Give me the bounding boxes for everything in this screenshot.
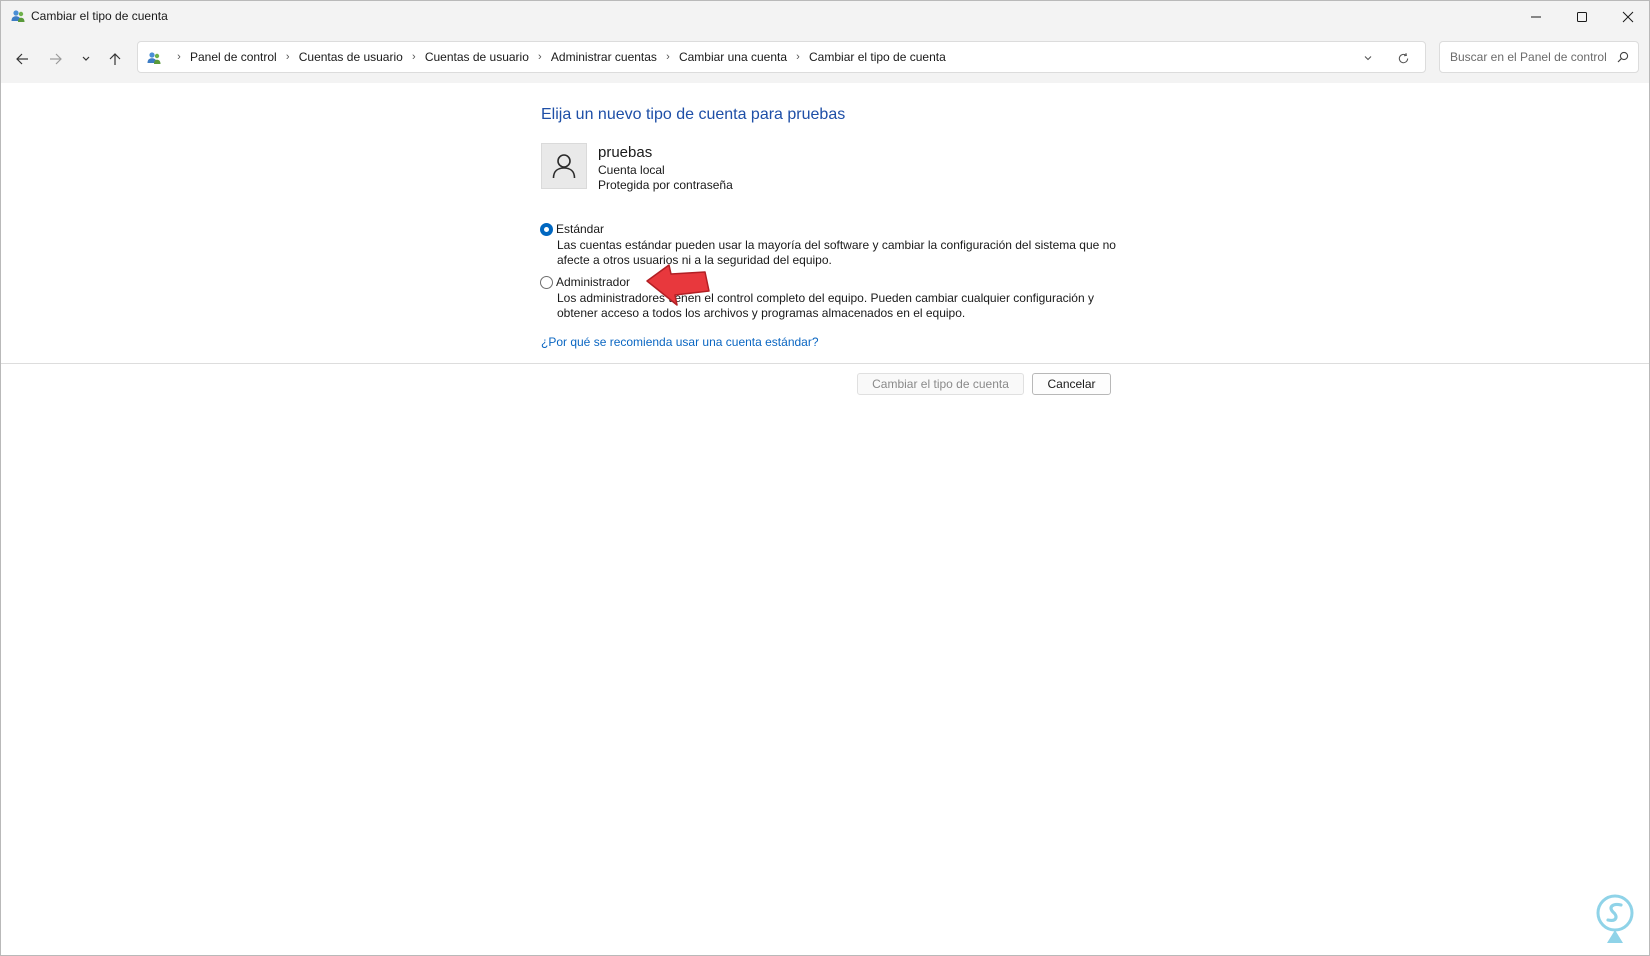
cancel-button[interactable]: Cancelar	[1032, 373, 1111, 395]
back-arrow-icon	[16, 53, 28, 65]
chevron-right-icon: ›	[666, 51, 670, 63]
chevron-down-icon	[1364, 56, 1372, 61]
breadcrumb-panel-de-control[interactable]: Panel de control	[190, 50, 277, 64]
standard-label[interactable]: Estándar	[556, 222, 604, 236]
title-bar: Cambiar el tipo de cuenta	[1, 1, 1649, 33]
user-protection-status: Protegida por contraseña	[598, 178, 733, 192]
page-title: Elija un nuevo tipo de cuenta para prueb…	[541, 106, 846, 123]
standard-description: Las cuentas estándar pueden usar la mayo…	[557, 238, 1116, 267]
breadcrumb-administrar-cuentas[interactable]: Administrar cuentas	[551, 50, 657, 64]
breadcrumb-cambiar-una-cuenta[interactable]: Cambiar una cuenta	[679, 50, 787, 64]
chevron-right-icon: ›	[796, 51, 800, 63]
breadcrumb-cuentas-de-usuario-2[interactable]: Cuentas de usuario	[425, 50, 529, 64]
up-button[interactable]	[102, 46, 128, 72]
avatar	[541, 143, 587, 189]
address-bar[interactable]: › Panel de control › Cuentas de usuario …	[137, 41, 1426, 73]
search-box	[1439, 41, 1639, 73]
control-panel-icon	[146, 50, 162, 66]
chevron-right-icon: ›	[177, 51, 181, 63]
chevron-right-icon: ›	[285, 51, 290, 63]
user-name: pruebas	[598, 144, 653, 161]
divider	[1, 363, 1649, 364]
chevron-down-icon	[82, 56, 90, 61]
breadcrumb: › Panel de control › Cuentas de usuario …	[168, 42, 946, 72]
administrator-description: Los administradores tienen el control co…	[557, 291, 1094, 320]
minimize-button[interactable]	[1513, 1, 1559, 33]
search-input[interactable]	[1440, 42, 1610, 72]
up-arrow-icon	[109, 53, 121, 65]
why-standard-account-link[interactable]: ¿Por qué se recomienda usar una cuenta e…	[541, 335, 819, 349]
close-icon	[1622, 11, 1634, 23]
back-button[interactable]	[9, 46, 35, 72]
chevron-right-icon: ›	[411, 51, 416, 63]
maximize-button[interactable]	[1559, 1, 1605, 33]
user-icon	[552, 154, 576, 179]
address-history-button[interactable]	[1360, 50, 1376, 66]
users-icon	[10, 8, 26, 24]
user-account-type: Cuenta local	[598, 163, 665, 177]
close-button[interactable]	[1605, 1, 1650, 33]
annotation-arrow-icon	[646, 264, 710, 306]
chevron-right-icon: ›	[538, 51, 542, 63]
window: Cambiar el tipo de cuenta › Panel de con…	[0, 0, 1650, 956]
standard-radio[interactable]	[540, 223, 553, 236]
change-account-type-button[interactable]: Cambiar el tipo de cuenta	[857, 373, 1024, 395]
window-title: Cambiar el tipo de cuenta	[31, 9, 168, 23]
forward-button[interactable]	[43, 46, 69, 72]
forward-arrow-icon	[50, 53, 62, 65]
search-icon	[1617, 51, 1629, 63]
breadcrumb-cuentas-de-usuario[interactable]: Cuentas de usuario	[299, 50, 403, 64]
maximize-icon	[1577, 12, 1587, 22]
refresh-icon	[1398, 52, 1408, 63]
administrator-label[interactable]: Administrador	[556, 275, 630, 289]
refresh-button[interactable]	[1395, 50, 1411, 66]
breadcrumb-cambiar-tipo-de-cuenta[interactable]: Cambiar el tipo de cuenta	[809, 50, 946, 64]
recent-locations-button[interactable]	[73, 46, 99, 72]
watermark-logo-icon	[1596, 894, 1634, 943]
administrator-radio[interactable]	[540, 276, 553, 289]
minimize-icon	[1531, 16, 1541, 18]
